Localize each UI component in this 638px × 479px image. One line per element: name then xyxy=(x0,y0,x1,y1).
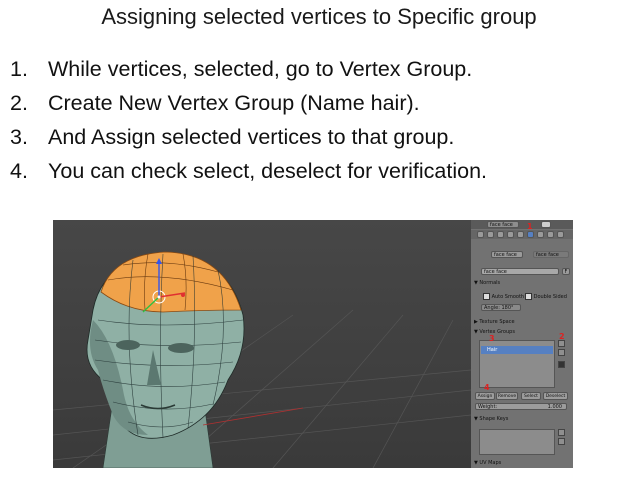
assign-button[interactable]: Assign xyxy=(475,392,495,400)
step-number: 4. xyxy=(10,159,28,183)
uv-maps-header[interactable]: ▼ UV Maps xyxy=(474,460,501,466)
3d-viewport[interactable] xyxy=(53,220,471,468)
texture-tab-icon[interactable] xyxy=(547,231,554,238)
select-button[interactable]: Select xyxy=(521,392,541,400)
vertex-group-list[interactable]: Hair xyxy=(479,340,555,388)
mesh-name-field[interactable]: face face xyxy=(481,268,559,275)
step-text: While vertices, selected, go to Vertex G… xyxy=(48,57,473,81)
object-breadcrumb: face face xyxy=(491,251,523,258)
slide-title: Assigning selected vertices to Specific … xyxy=(101,4,537,29)
head-mesh-render xyxy=(53,251,471,468)
scene-tab-icon[interactable] xyxy=(487,231,494,238)
scene-tab[interactable]: face face xyxy=(487,221,519,228)
step-number: 1. xyxy=(10,57,28,81)
mesh-data-tab-icon[interactable] xyxy=(527,231,534,238)
weight-value: 1.000 xyxy=(547,404,562,410)
normals-header[interactable]: ▼ Normals xyxy=(474,280,500,286)
shape-keys-list[interactable] xyxy=(479,429,555,455)
vertex-group-specials-button[interactable] xyxy=(558,361,565,368)
annotation-mark-4: 4 xyxy=(484,383,490,392)
properties-panel: face face face face face face face face … xyxy=(471,220,573,468)
step-number: 3. xyxy=(10,125,28,149)
deselect-button[interactable]: Deselect xyxy=(543,392,568,400)
auto-smooth-label: Auto Smooth xyxy=(491,294,525,300)
step-item: 2. Create New Vertex Group (Name hair). xyxy=(10,86,487,120)
modifier-tab-icon[interactable] xyxy=(517,231,524,238)
step-item: 3. And Assign selected vertices to that g… xyxy=(10,120,487,154)
material-tab-icon[interactable] xyxy=(537,231,544,238)
blender-screenshot: face face face face face face face face … xyxy=(53,220,573,468)
weight-label: Weight: xyxy=(478,404,498,410)
add-vertex-group-button[interactable] xyxy=(558,340,565,347)
remove-button[interactable]: Remove xyxy=(496,392,518,400)
fake-user-button[interactable]: F xyxy=(562,268,570,275)
texture-space-header[interactable]: ▶ Texture Space xyxy=(474,319,515,325)
step-item: 4. You can check select, deselect for ver… xyxy=(10,154,487,188)
object-tab-icon[interactable] xyxy=(507,231,514,238)
double-sided-checkbox[interactable]: Double Sided xyxy=(525,293,567,300)
remove-vertex-group-button[interactable] xyxy=(558,349,565,356)
remove-shape-key-button[interactable] xyxy=(558,438,565,445)
annotation-mark-2: 2 xyxy=(559,332,565,341)
panel-header: face face xyxy=(471,220,573,229)
step-text: Create New Vertex Group (Name hair). xyxy=(48,91,420,115)
shape-keys-header[interactable]: ▼ Shape Keys xyxy=(474,416,508,422)
step-number: 2. xyxy=(10,91,28,115)
weight-field[interactable]: Weight: 1.000 xyxy=(475,403,567,410)
render-tab-icon[interactable] xyxy=(477,231,484,238)
annotation-mark-1: 1 xyxy=(527,222,533,231)
step-text: You can check select, deselect for verif… xyxy=(48,159,487,183)
step-item: 1. While vertices, selected, go to Vertex… xyxy=(10,52,487,86)
mesh-breadcrumb: face face xyxy=(533,251,569,258)
context-tabs xyxy=(471,230,573,239)
particles-tab-icon[interactable] xyxy=(557,231,564,238)
steps-list: 1. While vertices, selected, go to Vertex… xyxy=(10,52,487,188)
double-sided-label: Double Sided xyxy=(533,294,567,300)
add-shape-key-button[interactable] xyxy=(558,429,565,436)
annotation-mark-3: 3 xyxy=(489,334,495,343)
render-icon[interactable] xyxy=(541,221,551,228)
auto-smooth-checkbox[interactable]: Auto Smooth xyxy=(483,293,524,300)
angle-field[interactable]: Angle: 180° xyxy=(481,304,521,311)
step-text: And Assign selected vertices to that gro… xyxy=(48,125,455,149)
vertex-group-hair[interactable]: Hair xyxy=(481,346,553,354)
world-tab-icon[interactable] xyxy=(497,231,504,238)
